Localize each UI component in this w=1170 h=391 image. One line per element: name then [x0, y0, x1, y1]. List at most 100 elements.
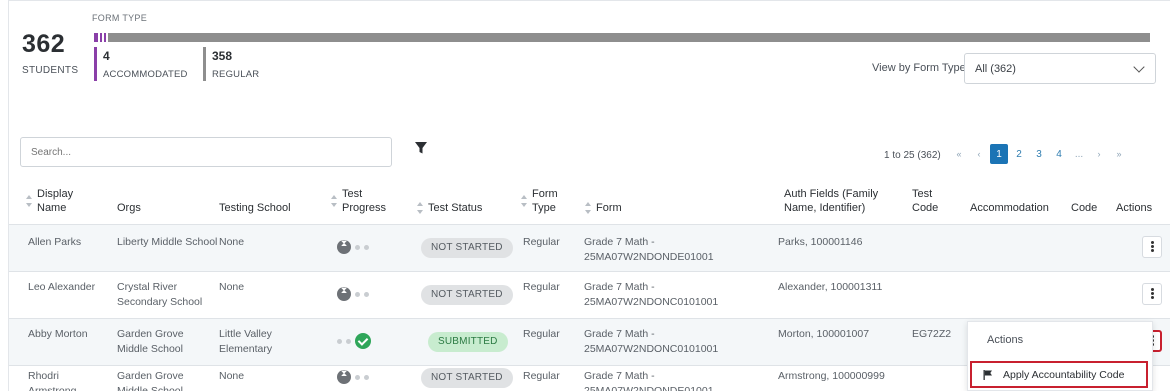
status-badge: SUBMITTED	[428, 332, 508, 352]
cell-display-name: Leo Alexander	[28, 281, 96, 293]
accommodated-stat: 4 ACCOMMODATED	[94, 47, 188, 81]
header-test-progress[interactable]: Test Progress	[331, 187, 400, 215]
sort-icon	[520, 195, 527, 207]
search-input[interactable]	[20, 137, 392, 167]
student-total-label: STUDENTS	[22, 65, 79, 76]
apply-accountability-code-menu-item[interactable]: Apply Accountability Code	[970, 361, 1148, 388]
cell-form: Grade 7 Math - 25MA07W2NDONC0101001	[584, 328, 719, 355]
header-test-code: Test Code	[912, 188, 939, 214]
bar-segment-divider	[98, 33, 100, 42]
row-actions-button[interactable]	[1142, 236, 1162, 258]
header-orgs: Orgs	[117, 202, 141, 214]
hourglass-icon	[337, 369, 351, 384]
check-circle-icon	[355, 333, 371, 349]
accommodated-label: ACCOMMODATED	[103, 69, 188, 80]
cell-display-name: Rhodri Armstrong	[28, 370, 77, 391]
page-button-2[interactable]: 2	[1010, 144, 1028, 164]
progress-dot	[364, 244, 369, 250]
page-button-3[interactable]: 3	[1030, 144, 1048, 164]
bar-segment-divider	[106, 33, 108, 42]
test-progress	[337, 285, 369, 303]
regular-count: 358	[212, 49, 233, 63]
sort-icon	[25, 195, 32, 207]
header-code: Code	[1071, 202, 1098, 214]
first-page-button[interactable]: «	[950, 144, 968, 164]
flag-icon	[983, 370, 992, 380]
cell-display-name: Abby Morton	[28, 328, 88, 340]
progress-dot	[346, 338, 351, 344]
view-by-form-type-select[interactable]: All (362)	[964, 53, 1156, 84]
chevron-down-icon	[1133, 61, 1145, 73]
cell-org: Garden Grove Middle School	[117, 370, 184, 391]
cell-form: Grade 7 Math - 25MA07W2NDONDE01001	[584, 236, 714, 263]
pagination-range: 1 to 25 (362)	[884, 150, 941, 161]
sort-icon	[584, 202, 591, 214]
progress-dot	[355, 291, 360, 297]
filter-icon[interactable]	[414, 141, 428, 155]
cell-org: Liberty Middle School	[117, 236, 218, 248]
test-progress	[337, 238, 369, 256]
progress-dot	[337, 338, 342, 344]
table-row: Leo Alexander Crystal River Secondary Sc…	[9, 272, 1170, 319]
cell-form-type: Regular	[523, 370, 560, 382]
table-row: Allen Parks Liberty Middle School None N…	[9, 225, 1170, 272]
form-type-bar-accommodated	[94, 33, 106, 42]
header-actions: Actions	[1116, 202, 1153, 214]
cell-org: Crystal River Secondary School	[117, 281, 203, 308]
page-button-4[interactable]: 4	[1050, 144, 1068, 164]
test-progress	[337, 368, 369, 386]
cell-form-type: Regular	[523, 236, 560, 248]
hourglass-icon	[337, 239, 351, 254]
header-test-status[interactable]: Test Status	[417, 201, 482, 215]
cell-testing-school: None	[219, 281, 245, 293]
cell-testing-school: None	[219, 370, 245, 382]
prev-page-button[interactable]: ‹	[970, 144, 988, 164]
last-page-button[interactable]: »	[1110, 144, 1128, 164]
accommodated-count: 4	[103, 49, 110, 63]
header-auth-fields: Auth Fields (Family Name, Identifier)	[784, 188, 879, 214]
view-by-form-type-value: All (362)	[975, 63, 1016, 75]
bar-segment-divider	[102, 33, 104, 42]
cell-form: Grade 7 Math - 25MA07W2NDONC0101001	[584, 281, 719, 308]
header-display-name[interactable]: Display Name	[26, 187, 97, 215]
cell-testing-school: Little Valley Elementary	[219, 328, 273, 355]
cell-test-code: EG72Z2	[912, 328, 952, 340]
cell-testing-school: None	[219, 236, 245, 248]
apply-accountability-code-label: Apply Accountability Code	[1003, 369, 1125, 381]
row-actions-button[interactable]	[1142, 283, 1162, 305]
student-total: 362	[22, 30, 66, 58]
form-type-bar	[94, 33, 1150, 42]
cell-auth-fields: Alexander, 100001311	[778, 281, 883, 293]
cell-auth-fields: Armstrong, 100000999	[778, 370, 885, 382]
regular-stat: 358 REGULAR	[203, 47, 259, 81]
sort-icon	[330, 195, 337, 207]
cell-form-type: Regular	[523, 328, 560, 340]
progress-dot	[355, 244, 360, 250]
header-form[interactable]: Form	[585, 201, 622, 215]
view-by-form-type-label: View by Form Type:	[872, 62, 969, 74]
header-form-type[interactable]: Form Type	[521, 187, 572, 215]
cell-display-name: Allen Parks	[28, 236, 82, 248]
pagination: « ‹ 1 2 3 4 ... › »	[950, 144, 1128, 164]
page-button-1[interactable]: 1	[990, 144, 1008, 164]
header-testing-school: Testing School	[219, 202, 291, 214]
progress-dot	[364, 374, 369, 380]
form-type-label: FORM TYPE	[92, 13, 148, 23]
header-accommodation: Accommodation	[970, 202, 1049, 214]
cell-auth-fields: Parks, 100001146	[778, 236, 863, 248]
actions-menu: Actions Apply Accountability Code	[967, 321, 1153, 391]
progress-dot	[355, 374, 360, 380]
table-header: Display Name Orgs Testing School Test Pr…	[9, 177, 1170, 225]
next-page-button[interactable]: ›	[1090, 144, 1108, 164]
more-vertical-icon	[1150, 288, 1154, 291]
actions-menu-title: Actions	[987, 334, 1024, 346]
cell-auth-fields: Morton, 100001007	[778, 328, 870, 340]
regular-label: REGULAR	[212, 69, 260, 80]
test-progress	[337, 332, 371, 350]
status-badge: NOT STARTED	[421, 238, 513, 258]
status-badge: NOT STARTED	[421, 368, 513, 388]
more-vertical-icon	[1150, 241, 1154, 244]
cell-org: Garden Grove Middle School	[117, 328, 184, 355]
cell-form-type: Regular	[523, 281, 560, 293]
hourglass-icon	[337, 286, 351, 301]
